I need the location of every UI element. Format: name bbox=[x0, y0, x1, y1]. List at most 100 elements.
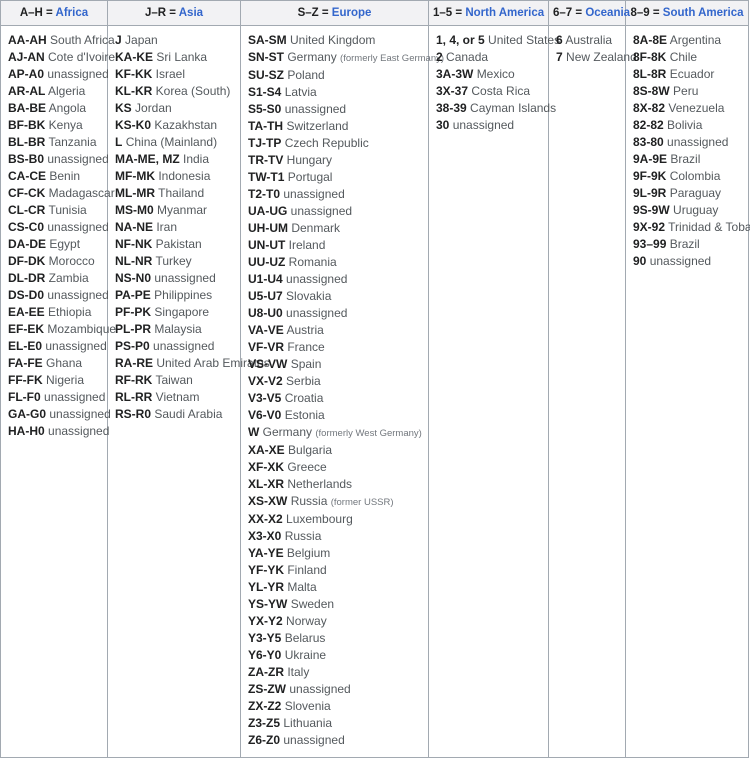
header-region-link-africa[interactable]: Africa bbox=[56, 7, 89, 19]
column-header-oceania: 6–7 = Oceania bbox=[549, 1, 626, 26]
wmi-code: J bbox=[115, 33, 122, 47]
header-region-link-north-america[interactable]: North America bbox=[465, 7, 544, 19]
wmi-code: EA-EE bbox=[8, 305, 45, 319]
wmi-code: ZS-ZW bbox=[248, 682, 286, 696]
column-cell-south-america: 8A-8E Argentina8F-8K Chile8L-8R Ecuador8… bbox=[626, 26, 749, 758]
header-range-europe: S–Z = bbox=[298, 7, 329, 19]
wmi-code: FA-FE bbox=[8, 356, 43, 370]
list-item: 2 Canada bbox=[436, 49, 542, 66]
country-name: unassigned bbox=[289, 682, 350, 696]
column-header-asia: J–R = Asia bbox=[108, 1, 241, 26]
list-item: CL-CR Tunisia bbox=[8, 202, 101, 219]
country-name: Nigeria bbox=[46, 373, 84, 387]
header-region-link-oceania[interactable]: Oceania bbox=[585, 7, 630, 19]
wmi-code: 90 bbox=[633, 254, 646, 268]
header-region-link-europe[interactable]: Europe bbox=[332, 7, 372, 19]
list-item: YS-YW Sweden bbox=[248, 596, 422, 613]
list-item: HA-H0 unassigned bbox=[8, 423, 101, 440]
list-item: S1-S4 Latvia bbox=[248, 84, 422, 101]
country-name: Malaysia bbox=[154, 322, 201, 336]
list-item: KA-KE Sri Lanka bbox=[115, 49, 234, 66]
country-name: China (Mainland) bbox=[126, 135, 217, 149]
wmi-code: S5-S0 bbox=[248, 102, 281, 116]
wmi-code: MS-M0 bbox=[115, 203, 154, 217]
list-item: 82-82 Bolivia bbox=[633, 117, 742, 134]
country-name: Poland bbox=[287, 68, 324, 82]
country-name: Serbia bbox=[286, 374, 321, 388]
country-name: Norway bbox=[286, 614, 327, 628]
list-item: Y6-Y0 Ukraine bbox=[248, 647, 422, 664]
list-item: PL-PR Malaysia bbox=[115, 321, 234, 338]
country-name: Denmark bbox=[291, 221, 340, 235]
code-list-europe: SA-SM United KingdomSN-ST Germany (forme… bbox=[248, 32, 422, 749]
wmi-code: NS-N0 bbox=[115, 271, 151, 285]
list-item: T2-T0 unassigned bbox=[248, 186, 422, 203]
wmi-code: DF-DK bbox=[8, 254, 45, 268]
country-name: Mozambique bbox=[47, 322, 116, 336]
list-item: 6 Australia bbox=[556, 32, 619, 49]
wmi-code: V3-V5 bbox=[248, 391, 281, 405]
wmi-code: Y3-Y5 bbox=[248, 631, 281, 645]
wmi-code: PL-PR bbox=[115, 322, 151, 336]
column-header-south-america: 8–9 = South America bbox=[626, 1, 749, 26]
wmi-code: KS bbox=[115, 101, 132, 115]
country-name: Kenya bbox=[49, 118, 83, 132]
country-name: Ukraine bbox=[285, 648, 326, 662]
wmi-code: YS-YW bbox=[248, 597, 287, 611]
country-name: unassigned bbox=[650, 254, 711, 268]
country-name: Slovakia bbox=[286, 289, 331, 303]
list-item: PS-P0 unassigned bbox=[115, 338, 234, 355]
list-item: V3-V5 Croatia bbox=[248, 390, 422, 407]
list-item: AR-AL Algeria bbox=[8, 83, 101, 100]
list-item: 8A-8E Argentina bbox=[633, 32, 742, 49]
column-cell-africa: AA-AH South AfricaAJ-AN Cote d'IvoireAP-… bbox=[1, 26, 108, 758]
country-note: (formerly West Germany) bbox=[315, 428, 421, 439]
country-name: Netherlands bbox=[287, 477, 352, 491]
list-item: RL-RR Vietnam bbox=[115, 389, 234, 406]
wmi-code: L bbox=[115, 135, 122, 149]
wmi-code: UH-UM bbox=[248, 221, 288, 235]
wmi-code: 9S-9W bbox=[633, 203, 670, 217]
wmi-code: TR-TV bbox=[248, 153, 283, 167]
header-region-link-south-america[interactable]: South America bbox=[663, 7, 744, 19]
list-item: DF-DK Morocco bbox=[8, 253, 101, 270]
country-name: Benin bbox=[49, 169, 80, 183]
list-item: 3X-37 Costa Rica bbox=[436, 83, 542, 100]
wmi-code: ZA-ZR bbox=[248, 665, 284, 679]
header-region-link-asia[interactable]: Asia bbox=[179, 7, 203, 19]
wmi-code: YF-YK bbox=[248, 563, 284, 577]
country-name: Cote d'Ivoire bbox=[48, 50, 115, 64]
country-name: unassigned bbox=[44, 390, 105, 404]
wmi-code: PF-PK bbox=[115, 305, 151, 319]
wmi-code: NL-NR bbox=[115, 254, 152, 268]
wmi-code: 3X-37 bbox=[436, 84, 468, 98]
country-name: Singapore bbox=[154, 305, 209, 319]
column-header-europe: S–Z = Europe bbox=[241, 1, 429, 26]
wmi-code: YX-Y2 bbox=[248, 614, 283, 628]
header-range-asia: J–R = bbox=[145, 7, 176, 19]
list-item: PF-PK Singapore bbox=[115, 304, 234, 321]
list-item: FA-FE Ghana bbox=[8, 355, 101, 372]
country-name: Philippines bbox=[154, 288, 212, 302]
country-name: United States bbox=[488, 33, 560, 47]
list-item: BL-BR Tanzania bbox=[8, 134, 101, 151]
country-name: Bolivia bbox=[667, 118, 702, 132]
wmi-code: S1-S4 bbox=[248, 85, 281, 99]
country-name: Indonesia bbox=[158, 169, 210, 183]
wmi-code: UU-UZ bbox=[248, 255, 285, 269]
list-item: 3A-3W Mexico bbox=[436, 66, 542, 83]
country-name: Mexico bbox=[477, 67, 515, 81]
country-name: Brazil bbox=[670, 152, 700, 166]
country-name: unassigned bbox=[453, 118, 514, 132]
list-item: W Germany (formerly West Germany) bbox=[248, 424, 422, 442]
country-name: Saudi Arabia bbox=[154, 407, 222, 421]
list-item: VX-V2 Serbia bbox=[248, 373, 422, 390]
wmi-code: 82-82 bbox=[633, 118, 664, 132]
list-item: MS-M0 Myanmar bbox=[115, 202, 234, 219]
wmi-code: MF-MK bbox=[115, 169, 155, 183]
wmi-code: U5-U7 bbox=[248, 289, 283, 303]
list-item: Z6-Z0 unassigned bbox=[248, 732, 422, 749]
country-name: Bulgaria bbox=[288, 443, 332, 457]
wmi-code: AA-AH bbox=[8, 33, 47, 47]
wmi-code: V6-V0 bbox=[248, 408, 281, 422]
